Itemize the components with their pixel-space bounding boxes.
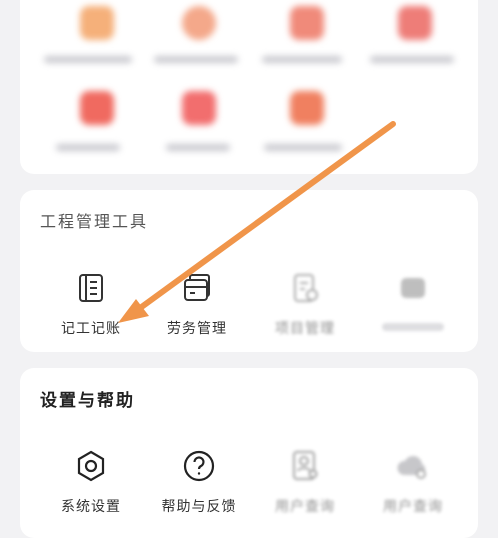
labor-management-icon [177, 268, 217, 308]
system-settings-button[interactable]: 系统设置 [36, 446, 146, 516]
section-title-settings: 设置与帮助 [40, 391, 135, 411]
cloud-search-icon [393, 446, 433, 486]
blurred-feature-icon[interactable] [290, 6, 324, 40]
hexagon-settings-icon [71, 446, 111, 486]
blurred-tool-icon [393, 268, 433, 308]
blurred-feature-label [264, 144, 342, 151]
blurred-feature-icon[interactable] [80, 91, 114, 125]
ledger-label: 记工记账 [61, 321, 121, 337]
blurred-feature-label [56, 144, 120, 151]
section-title-engineering: 工程管理工具 [40, 212, 149, 231]
settings-help-card: 设置与帮助 系统设置 帮助与反馈 用户查询 用户查询 [20, 368, 478, 538]
ledger-icon [71, 268, 111, 308]
user-query-label: 用户查询 [275, 499, 335, 515]
project-management-button[interactable]: 项目管理 [250, 268, 360, 338]
blurred-feature-label [44, 56, 132, 63]
ledger-button[interactable]: 记工记账 [36, 268, 146, 338]
blurred-feature-grid [20, 0, 478, 174]
blurred-feature-label [154, 56, 238, 63]
question-circle-icon [179, 446, 219, 486]
help-feedback-label: 帮助与反馈 [161, 499, 237, 515]
system-settings-label: 系统设置 [61, 499, 121, 515]
project-management-label: 项目管理 [275, 321, 335, 337]
project-management-icon [285, 268, 325, 308]
blurred-feature-icon[interactable] [80, 6, 114, 40]
user-query-button[interactable]: 用户查询 [250, 446, 360, 516]
blurred-feature-icon[interactable] [182, 6, 216, 40]
user-query-button-2[interactable]: 用户查询 [358, 446, 468, 516]
blurred-feature-label [262, 56, 342, 63]
blurred-feature-label [166, 144, 230, 151]
blurred-features-card [20, 0, 478, 174]
blurred-feature-icon[interactable] [398, 6, 432, 40]
user-query-label-2: 用户查询 [383, 499, 443, 515]
blurred-tool-button[interactable] [358, 268, 468, 336]
blurred-label-bar [382, 323, 444, 331]
labor-management-label: 劳务管理 [167, 321, 227, 337]
blurred-feature-icon[interactable] [182, 91, 216, 125]
help-feedback-button[interactable]: 帮助与反馈 [144, 446, 254, 516]
blurred-feature-label [370, 56, 454, 63]
blurred-tool-label [358, 318, 468, 336]
engineering-tools-card: 工程管理工具 记工记账 劳务管理 项目管理 [20, 190, 478, 352]
user-search-icon [285, 446, 325, 486]
blurred-feature-icon[interactable] [290, 91, 324, 125]
labor-management-button[interactable]: 劳务管理 [142, 268, 252, 338]
